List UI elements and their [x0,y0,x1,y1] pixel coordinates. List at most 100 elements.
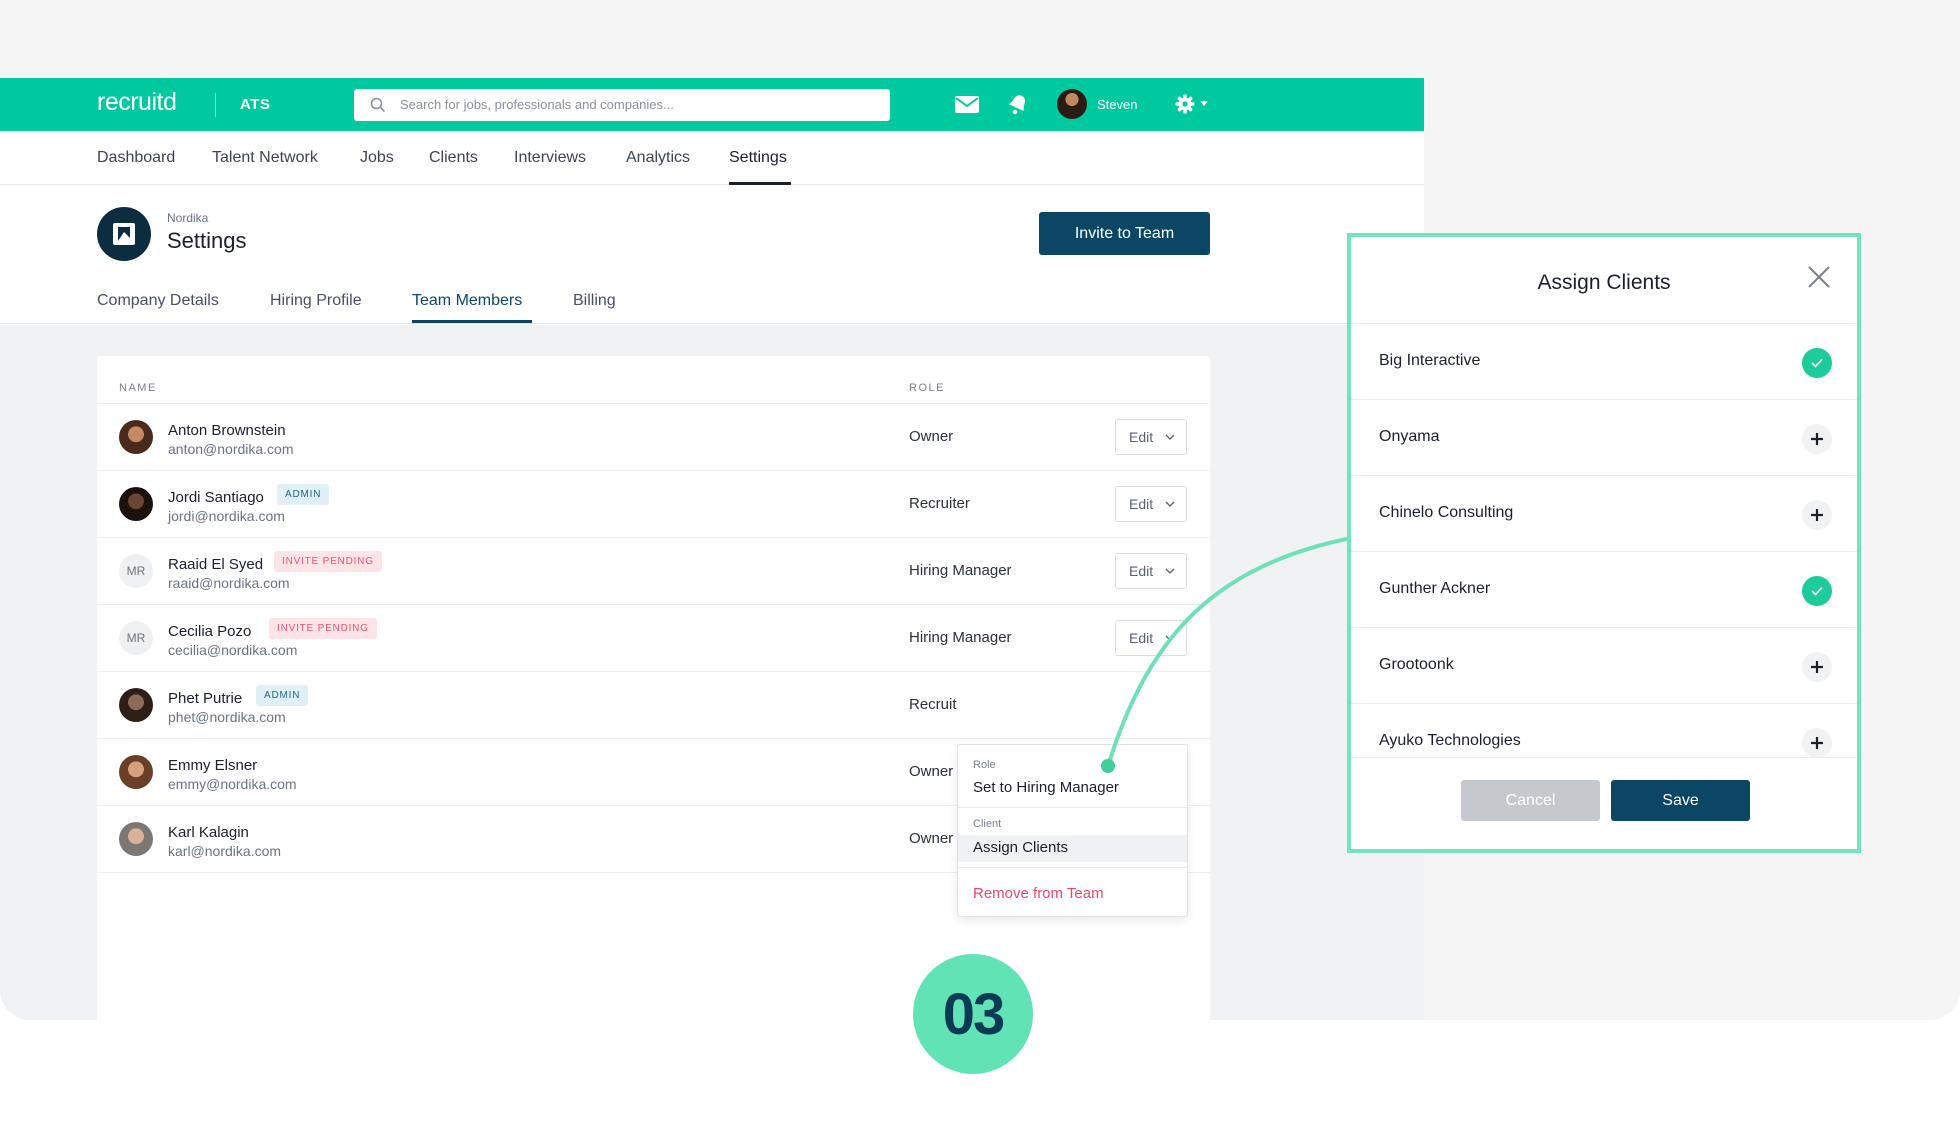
tab-company-details[interactable]: Company Details [97,292,219,310]
invite-to-team-button[interactable]: Invite to Team [1039,212,1210,255]
edit-label: Edit [1129,563,1154,579]
member-role: Recruit [909,696,957,713]
client-toggle[interactable] [1802,652,1832,682]
search-icon [370,97,386,113]
client-row: Gunther Ackner [1351,551,1857,627]
check-icon [1811,586,1823,596]
tab-hiring-profile[interactable]: Hiring Profile [270,292,362,310]
client-name: Ayuko Technologies [1379,732,1521,749]
member-email: anton@nordika.com [168,441,294,457]
menu-divider [958,867,1187,868]
team-members-table: NAME ROLE Anton Brownstein anton@nordika… [97,356,1210,1020]
avatar [119,688,153,722]
avatar [119,420,153,454]
menu-item-assign-clients[interactable]: Assign Clients [973,839,1068,856]
member-email: jordi@nordika.com [168,508,285,524]
nav-clients[interactable]: Clients [429,149,478,167]
save-button[interactable]: Save [1611,780,1750,821]
settings-caret-icon[interactable] [1200,101,1208,106]
member-role: Hiring Manager [909,629,1012,646]
avatar [119,487,153,521]
nav-talent-network[interactable]: Talent Network [212,149,318,167]
tab-billing[interactable]: Billing [573,292,616,310]
bell-icon[interactable] [1007,93,1029,115]
member-email: phet@nordika.com [168,709,286,725]
nav-jobs[interactable]: Jobs [360,149,394,167]
table-row: Jordi Santiago ADMIN jordi@nordika.com R… [97,470,1210,537]
plus-icon [1811,509,1823,521]
member-role: Hiring Manager [909,562,1012,579]
edit-label: Edit [1129,630,1154,646]
member-email: emmy@nordika.com [168,776,297,792]
menu-item-set-hiring-manager[interactable]: Set to Hiring Manager [973,779,1119,796]
avatar [119,755,153,789]
nav-dashboard[interactable]: Dashboard [97,149,175,167]
org-logo [97,207,151,261]
main-nav: Dashboard Talent Network Jobs Clients In… [0,131,1424,185]
org-logo-icon [113,223,135,245]
product-label: ATS [240,96,271,113]
edit-button[interactable]: Edit [1115,553,1187,589]
client-name: Onyama [1379,428,1440,445]
member-name: Anton Brownstein [168,422,286,439]
member-role: Owner [909,830,954,847]
modal-title: Assign Clients [1537,271,1671,294]
gear-icon[interactable] [1175,94,1195,114]
mail-icon[interactable] [955,96,979,113]
table-row: Phet Putrie ADMIN phet@nordika.com Recru… [97,671,1210,738]
step-badge: 03 [913,954,1033,1074]
member-name: Cecilia Pozo [168,623,252,640]
client-toggle[interactable] [1802,576,1832,606]
status-badge: ADMIN [256,685,309,706]
modal-footer: Cancel Save [1351,757,1857,849]
edit-button[interactable]: Edit [1115,419,1187,455]
member-role: Owner [909,428,954,445]
step-number: 03 [942,982,1006,1047]
client-toggle[interactable] [1802,348,1832,378]
tab-team-members[interactable]: Team Members [412,292,522,310]
member-name: Jordi Santiago [168,489,264,506]
column-header-role: ROLE [909,382,945,394]
app-window: recruitd ATS Search for jobs, profession… [0,78,1424,1020]
search-placeholder: Search for jobs, professionals and compa… [400,97,674,112]
member-role: Recruiter [909,495,970,512]
chevron-down-icon [1165,568,1175,574]
member-role: Owner [909,763,954,780]
edit-label: Edit [1129,496,1154,512]
cancel-button[interactable]: Cancel [1461,780,1600,821]
edit-label: Edit [1129,429,1154,445]
search-input[interactable]: Search for jobs, professionals and compa… [354,89,890,121]
close-icon[interactable] [1807,265,1831,289]
member-email: karl@nordika.com [168,843,282,859]
client-toggle[interactable] [1802,728,1832,758]
chevron-down-icon [1165,434,1175,440]
nav-interviews[interactable]: Interviews [514,149,586,167]
user-avatar[interactable] [1057,89,1087,119]
client-row: Big Interactive [1351,323,1857,399]
nav-analytics[interactable]: Analytics [626,149,690,167]
client-toggle[interactable] [1802,500,1832,530]
assign-clients-modal: Assign Clients Big Interactive Onyama Ch… [1347,233,1861,853]
edit-button[interactable]: Edit [1115,486,1187,522]
client-name: Big Interactive [1379,352,1481,369]
client-name: Grootoonk [1379,656,1454,673]
app-logo[interactable]: recruitd [97,88,177,117]
nav-settings[interactable]: Settings [729,149,787,167]
chevron-down-icon [1165,635,1175,641]
page-title: Settings [167,228,247,253]
menu-item-remove-from-team[interactable]: Remove from Team [973,885,1104,902]
status-badge: INVITE PENDING [274,551,382,572]
client-toggle[interactable] [1802,424,1832,454]
member-name: Karl Kalagin [168,824,249,841]
user-name[interactable]: Steven [1097,97,1137,112]
member-email: raaid@nordika.com [168,575,290,591]
avatar-initials: MR [119,621,153,655]
client-row: Ayuko Technologies [1351,703,1857,758]
menu-section-role: Role [973,759,996,771]
member-name: Emmy Elsner [168,757,258,774]
logo-divider [215,93,216,117]
menu-section-client: Client [973,818,1002,830]
nav-active-indicator [729,182,791,185]
plus-icon [1811,661,1823,673]
edit-button[interactable]: Edit [1115,620,1187,656]
